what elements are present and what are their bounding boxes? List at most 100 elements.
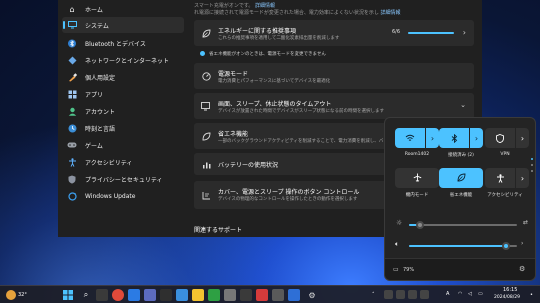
bluetooth-label: 接続済み (2) xyxy=(448,153,474,158)
vpn-shield-icon[interactable] xyxy=(485,128,515,148)
energy-count: 6/6 xyxy=(392,29,401,35)
tray-app-icon[interactable] xyxy=(420,290,429,299)
windows-start-icon[interactable] xyxy=(62,289,74,301)
sidebar-item-accessibility[interactable]: アクセシビリティ xyxy=(62,154,184,170)
sidebar-item-label: ネットワークとインターネット xyxy=(85,57,170,65)
volume-tray-icon[interactable]: ◁ xyxy=(468,291,472,297)
screen-sleep-timeout-card[interactable]: 画面、スリープ、休止状態のタイムアウト デバイスが放置された時間でデバイスがスリ… xyxy=(194,93,474,119)
vpn-toggle[interactable]: › xyxy=(485,128,529,148)
power-mode-note: れ電源に接続されて電源モードが変更された場合、電力効率によくない状況を示し 詳細… xyxy=(194,9,400,16)
battery-icon[interactable]: ▭ xyxy=(393,266,399,273)
search-icon[interactable]: ⌕ xyxy=(80,289,92,301)
tray-app-icon[interactable] xyxy=(384,290,393,299)
airplane-icon xyxy=(413,173,422,184)
clock-globe-icon xyxy=(67,123,77,133)
battery-percentage[interactable]: 79% xyxy=(403,267,414,273)
power-mode-card[interactable]: 電源モード 電力消費とパフォーマンスに基づいてデバイスを最適化 xyxy=(194,63,474,89)
volume-icon[interactable]: 🔈︎ xyxy=(395,240,399,249)
tray-app-icon[interactable] xyxy=(408,290,417,299)
sidebar-item-personalization[interactable]: 個人用設定 xyxy=(62,69,184,85)
airplane-mode-label: 機内モード xyxy=(405,193,429,198)
battery-tray-icon[interactable]: ▭ xyxy=(478,291,483,297)
energy-saver-label: 省エネ機能 xyxy=(449,193,473,198)
brightness-slider-thumb[interactable] xyxy=(415,221,424,229)
task-view-icon[interactable] xyxy=(96,289,108,301)
tray-chevron-up-icon[interactable]: ˄ xyxy=(372,292,375,298)
learn-more-link[interactable]: 詳細情報 xyxy=(380,10,400,16)
accessibility-toggle[interactable]: › xyxy=(485,168,529,188)
chevron-right-icon[interactable]: › xyxy=(516,128,529,148)
leaf-icon xyxy=(201,131,211,141)
volume-slider[interactable] xyxy=(409,242,517,250)
audio-output-icon[interactable]: › xyxy=(521,240,523,247)
notification-bell-icon[interactable]: • xyxy=(530,292,533,298)
sidebar-item-privacy[interactable]: プライバシーとセキュリティ xyxy=(62,171,184,187)
sidebar-item-system[interactable]: システム xyxy=(62,17,184,33)
store-app-icon[interactable] xyxy=(128,289,140,301)
airplane-mode-toggle[interactable] xyxy=(395,168,439,188)
chevron-right-icon[interactable]: › xyxy=(426,128,439,148)
settings-gear-icon[interactable]: ⚙ xyxy=(306,289,318,301)
taskbar: 32° ⌕ ⚙ ˄ A ◠ ◁ ▭ 16:15 2024/08/29 • xyxy=(0,285,540,303)
sidebar-item-gaming[interactable]: ゲーム xyxy=(62,137,184,153)
screen-sleep-subtitle: デバイスが放置された時間でデバイスがスリープ状態になる前の時間を選択します xyxy=(218,109,384,114)
lid-buttons-icon xyxy=(201,190,211,200)
sidebar-item-apps[interactable]: アプリ xyxy=(62,86,184,102)
quick-settings-panel: › › › Room1402 接続済み (2) VPN › 機内モード 省エネ機… xyxy=(384,117,536,281)
sidebar-item-home[interactable]: ⌂ ホーム xyxy=(62,1,184,17)
settings-sidebar: ⌂ ホーム システム Bluetooth とデバイス ネットワークとインターネッ… xyxy=(58,0,188,237)
app-icon[interactable] xyxy=(208,289,220,301)
teams-app-icon[interactable] xyxy=(144,289,156,301)
page-dot[interactable] xyxy=(531,170,533,172)
clock-date[interactable]: 2024/08/29 xyxy=(494,295,520,300)
bluetooth-toggle[interactable]: › xyxy=(439,128,483,148)
page-dot-active[interactable] xyxy=(531,158,533,160)
smart-charge-note: スマート充電がオンです。 詳細情報 xyxy=(194,2,275,9)
energy-saver-toggle[interactable] xyxy=(439,168,483,188)
network-icon xyxy=(67,55,77,65)
brightness-slider[interactable] xyxy=(409,221,517,229)
monitor-sleep-icon xyxy=(201,101,211,111)
settings-gear-icon[interactable]: ⚙ xyxy=(519,265,525,273)
chevron-right-icon[interactable]: › xyxy=(516,168,529,188)
wifi-tray-icon[interactable]: ◠ xyxy=(458,291,462,297)
app-icon[interactable] xyxy=(240,289,252,301)
app-icon[interactable] xyxy=(288,289,300,301)
sidebar-item-accounts[interactable]: アカウント xyxy=(62,103,184,119)
info-icon xyxy=(200,51,205,56)
volume-slider-thumb[interactable] xyxy=(502,242,511,250)
weather-temperature[interactable]: 32° xyxy=(18,292,27,298)
lid-buttons-subtitle: デバイスの物理的なコントロールを操作したときの動作を選択します xyxy=(218,197,358,202)
energy-recommendations-card[interactable]: エネルギーに関する推奨事項 これらの推奨事項を適用して二酸化炭素排出量を削減しま… xyxy=(194,20,474,46)
sidebar-item-time-language[interactable]: 時刻と言語 xyxy=(62,120,184,136)
sidebar-item-label: システム xyxy=(85,22,109,30)
chevron-right-icon[interactable]: › xyxy=(470,128,483,148)
accessibility-icon[interactable] xyxy=(485,168,515,188)
browser-app-icon[interactable] xyxy=(112,289,124,301)
wifi-toggle[interactable]: › xyxy=(395,128,439,148)
brightness-options-icon[interactable]: ⇄ xyxy=(523,219,528,226)
related-support-heading: 関連するサポート xyxy=(194,227,243,234)
app-icon[interactable] xyxy=(272,289,284,301)
accessibility-icon xyxy=(67,157,77,167)
app-icon[interactable] xyxy=(256,289,268,301)
leaf-icon xyxy=(457,173,466,184)
sidebar-item-label: プライバシーとセキュリティ xyxy=(85,176,163,184)
app-icon[interactable] xyxy=(160,289,172,301)
weather-icon[interactable] xyxy=(6,290,16,300)
sidebar-item-label: 時刻と言語 xyxy=(85,125,116,133)
app-icon[interactable] xyxy=(224,289,236,301)
apps-icon xyxy=(67,89,77,99)
bluetooth-icon[interactable] xyxy=(439,128,469,148)
sidebar-item-windows-update[interactable]: Windows Update xyxy=(62,188,184,204)
page-dot[interactable] xyxy=(531,164,533,166)
sidebar-item-network[interactable]: ネットワークとインターネット xyxy=(62,52,184,68)
ime-indicator[interactable]: A xyxy=(446,291,449,297)
clock-time[interactable]: 16:15 xyxy=(503,287,517,293)
app-icon[interactable] xyxy=(176,289,188,301)
file-explorer-icon[interactable] xyxy=(192,289,204,301)
bluetooth-icon xyxy=(67,38,77,48)
sidebar-item-bluetooth[interactable]: Bluetooth とデバイス xyxy=(62,35,184,51)
tray-app-icon[interactable] xyxy=(396,290,405,299)
wifi-icon[interactable] xyxy=(395,128,425,148)
